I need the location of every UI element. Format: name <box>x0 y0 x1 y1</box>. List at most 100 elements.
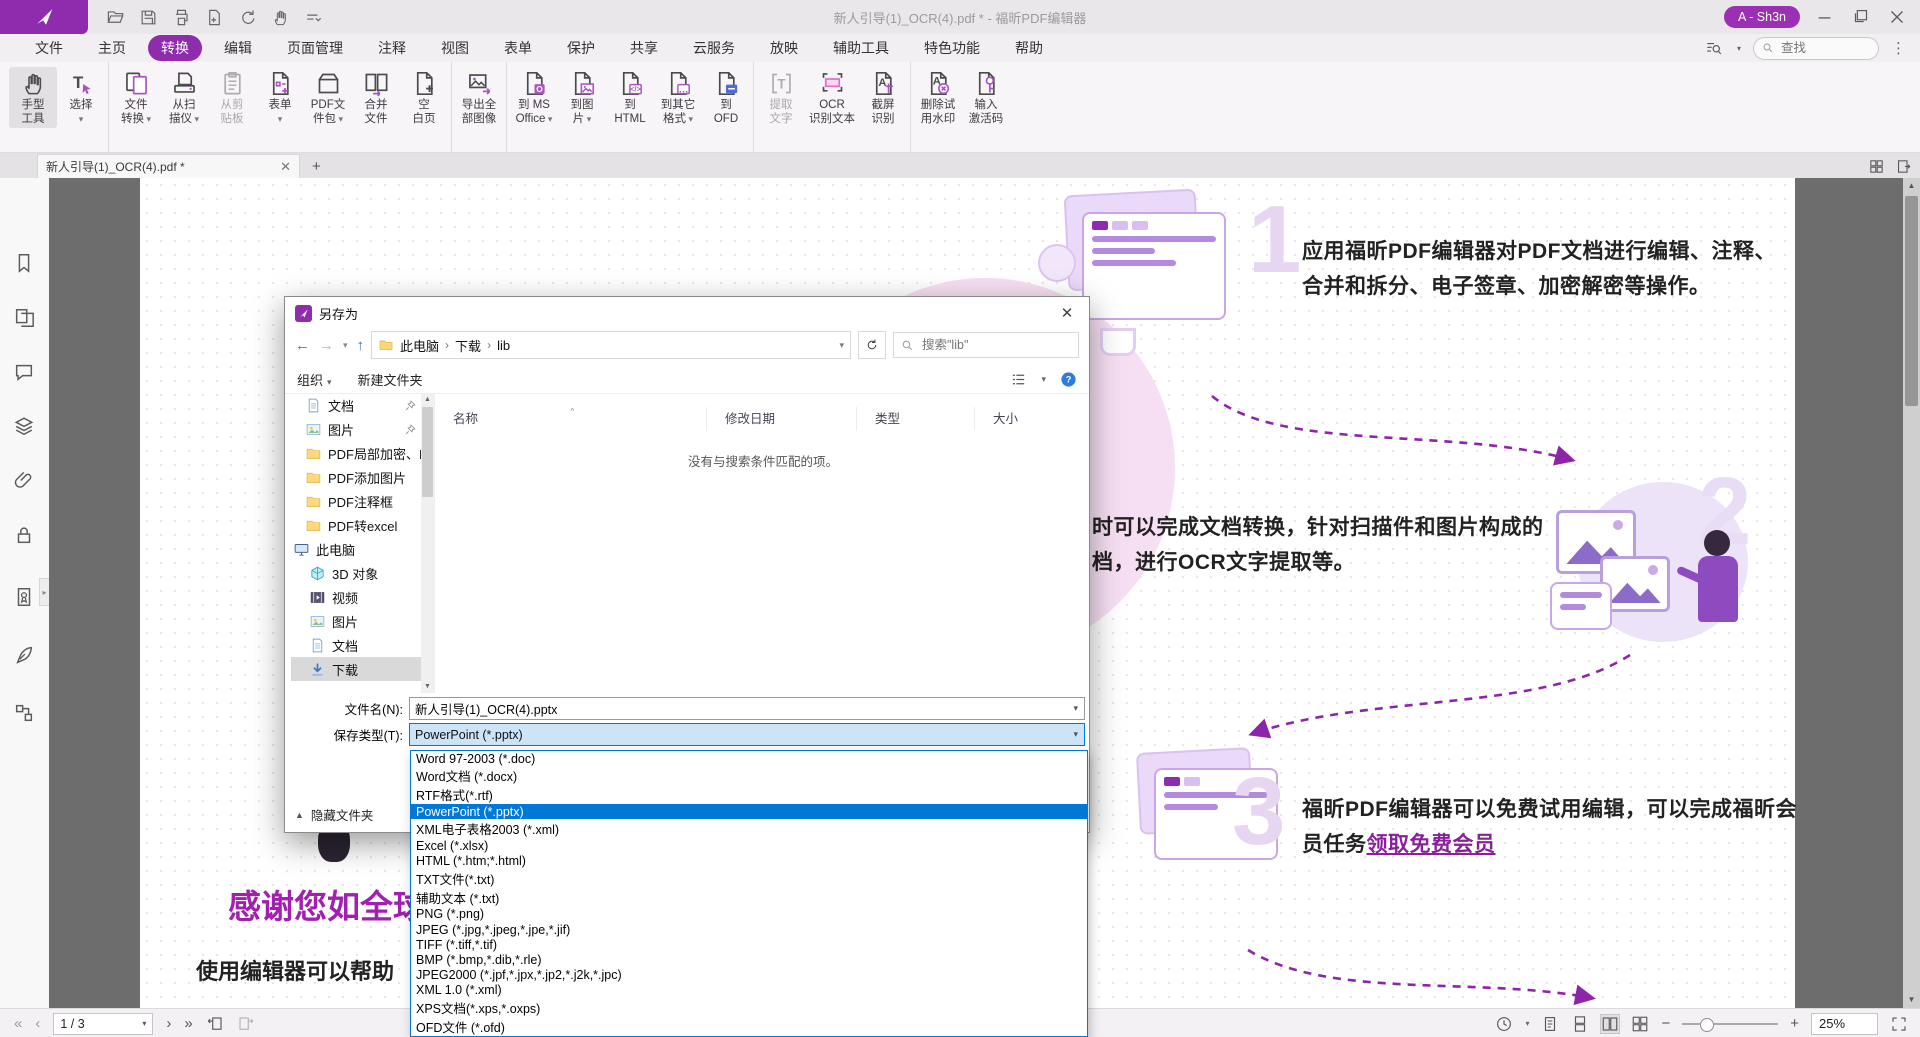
filetype-dropdown-arrow[interactable]: ▾ <box>1073 729 1078 740</box>
app-logo-icon[interactable] <box>0 0 88 34</box>
find-options-icon[interactable] <box>1703 39 1725 57</box>
dialog-titlebar[interactable]: 另存为 ✕ <box>285 297 1089 329</box>
ribbon-button-删除试用水印[interactable]: A删除试用水印 <box>914 67 962 128</box>
view-history-arrow[interactable]: ▾ <box>1525 1019 1529 1028</box>
menu-tab-页面管理[interactable]: 页面管理 <box>274 35 356 61</box>
menu-tab-编辑[interactable]: 编辑 <box>211 35 265 61</box>
tree-item-此电脑[interactable]: 此电脑 <box>291 537 421 561</box>
organize-button[interactable]: 组织▾ <box>297 370 332 389</box>
view-mode-icon[interactable] <box>1010 371 1027 388</box>
view-history-icon[interactable] <box>1495 1015 1513 1033</box>
sidebar-layers-icon[interactable] <box>13 415 35 437</box>
tree-item-文档[interactable]: 文档 <box>291 393 421 417</box>
grid-view-icon[interactable] <box>1868 158 1885 175</box>
tree-item-图片[interactable]: 图片 <box>291 609 421 633</box>
tree-scrollbar-thumb[interactable] <box>422 407 433 497</box>
view-mode-arrow[interactable]: ▾ <box>1041 374 1046 385</box>
breadcrumb-segment-下载[interactable]: 下载 <box>455 336 481 355</box>
filetype-option[interactable]: OFD文件 (*.ofd) <box>411 1017 1087 1036</box>
reading-mode-icon[interactable] <box>1895 158 1912 175</box>
print-icon[interactable] <box>172 8 191 27</box>
tab-close-icon[interactable]: ✕ <box>280 159 291 175</box>
nav-up-icon[interactable]: ↑ <box>357 337 365 354</box>
nav-history-arrow[interactable]: ▾ <box>343 340 348 351</box>
sidebar-comment-icon[interactable] <box>13 361 35 383</box>
filename-combobox[interactable]: ▾ <box>409 697 1085 720</box>
menu-tab-主页[interactable]: 主页 <box>85 35 139 61</box>
filetype-combobox[interactable]: PowerPoint (*.pptx) ▾ <box>409 723 1085 746</box>
filetype-option[interactable]: XPS文档(*.xps,*.oxps) <box>411 998 1087 1017</box>
filetype-option[interactable]: TIFF (*.tiff,*.tif) <box>411 937 1087 952</box>
zoom-slider[interactable] <box>1682 1023 1778 1025</box>
breadcrumb-segment-此电脑[interactable]: 此电脑 <box>400 336 439 355</box>
first-page-icon[interactable]: « <box>14 1015 22 1032</box>
tree-item-PDF注释框[interactable]: PDF注释框 <box>291 489 421 513</box>
ribbon-button-到图片[interactable]: 到图片 ▾ <box>558 67 606 128</box>
facing-layout-icon[interactable] <box>1601 1015 1619 1033</box>
column-header-修改日期[interactable]: 修改日期 <box>707 407 857 431</box>
menu-tab-注释[interactable]: 注释 <box>365 35 419 61</box>
hide-folders-button[interactable]: ▲ 隐藏文件夹 <box>295 805 373 824</box>
menu-tab-文件[interactable]: 文件 <box>22 35 76 61</box>
document-tab[interactable]: 新人引导(1)_OCR(4).pdf * ✕ <box>37 154 300 178</box>
filename-dropdown-arrow[interactable]: ▾ <box>1073 703 1078 714</box>
ribbon-button-到 MSOffice[interactable]: O到 MSOffice ▾ <box>510 67 558 128</box>
customize-icon[interactable] <box>304 8 323 27</box>
minimize-button[interactable] <box>1814 6 1836 28</box>
find-dropdown-arrow[interactable]: ▾ <box>1737 44 1741 53</box>
zoom-level-box[interactable]: 25% <box>1811 1013 1878 1035</box>
vertical-scrollbar[interactable]: ▲ ▼ <box>1903 178 1920 1008</box>
tree-scrollbar[interactable]: ▲ ▼ <box>421 393 434 693</box>
refresh-button[interactable] <box>858 331 886 359</box>
page-number-box[interactable]: 1 / 3▾ <box>53 1013 153 1035</box>
dialog-search-box[interactable] <box>893 332 1079 358</box>
filetype-option[interactable]: JPEG (*.jpg,*.jpeg,*.jpe,*.jif) <box>411 922 1087 937</box>
facing-continuous-layout-icon[interactable] <box>1631 1015 1649 1033</box>
menu-tab-保护[interactable]: 保护 <box>554 35 608 61</box>
sidebar-bookmark-icon[interactable] <box>13 252 35 274</box>
filetype-option[interactable]: TXT文件(*.txt) <box>411 869 1087 888</box>
ribbon-button-到OFD[interactable]: 到OFD <box>702 67 750 128</box>
menu-tab-转换[interactable]: 转换 <box>148 35 202 61</box>
zoom-in-icon[interactable]: + <box>1790 1015 1799 1032</box>
tree-scroll-up-icon[interactable]: ▲ <box>421 393 434 406</box>
menu-tab-帮助[interactable]: 帮助 <box>1002 35 1056 61</box>
restore-button[interactable] <box>1850 6 1872 28</box>
ribbon-button-到其它格式[interactable]: …到其它格式 ▾ <box>654 67 702 128</box>
filetype-option[interactable]: Word文档 (*.docx) <box>411 766 1087 785</box>
filetype-option[interactable]: XML电子表格2003 (*.xml) <box>411 819 1087 838</box>
ribbon-button-从扫描仪[interactable]: 从扫描仪 ▾ <box>160 67 208 128</box>
filetype-option[interactable]: XML 1.0 (*.xml) <box>411 983 1087 998</box>
tree-item-图片[interactable]: 图片 <box>291 417 421 441</box>
next-page-icon[interactable]: › <box>166 1015 171 1032</box>
dialog-close-icon[interactable]: ✕ <box>1045 297 1089 329</box>
free-membership-link[interactable]: 领取免费会员 <box>1367 833 1496 856</box>
address-breadcrumb[interactable]: 此电脑›下载›lib ▾ <box>371 331 851 359</box>
close-button[interactable] <box>1886 6 1908 28</box>
menu-tab-视图[interactable]: 视图 <box>428 35 482 61</box>
nav-back-icon[interactable]: ← <box>295 337 310 354</box>
scrollbar-thumb[interactable] <box>1905 196 1918 406</box>
ribbon-button-导出全部图像[interactable]: 导出全部图像 <box>455 67 503 128</box>
help-icon[interactable]: ? <box>1060 371 1077 388</box>
open-icon[interactable] <box>106 8 125 27</box>
scroll-down-icon[interactable]: ▼ <box>1903 992 1920 1008</box>
filetype-option[interactable]: PowerPoint (*.pptx) <box>411 804 1087 819</box>
filename-input[interactable] <box>410 701 1051 717</box>
fullscreen-icon[interactable] <box>1890 1015 1908 1033</box>
filetype-option[interactable]: RTF格式(*.rtf) <box>411 785 1087 804</box>
hand-pointer-icon[interactable] <box>271 8 290 27</box>
ribbon-button-空白页[interactable]: 空白页 <box>400 67 448 128</box>
tree-item-3D 对象[interactable]: 3D 对象 <box>291 561 421 585</box>
filetype-option[interactable]: BMP (*.bmp,*.dib,*.rle) <box>411 952 1087 967</box>
ribbon-button-输入激活码[interactable]: 输入激活码 <box>962 67 1010 128</box>
tree-item-PDF添加图片[interactable]: PDF添加图片 <box>291 465 421 489</box>
last-page-icon[interactable]: » <box>184 1015 192 1032</box>
nav-forward-icon[interactable]: → <box>319 337 334 354</box>
ribbon-button-PDF文件包[interactable]: PDF文件包 ▾ <box>304 67 352 128</box>
ribbon-button-到HTML[interactable]: </>到HTML <box>606 67 654 128</box>
tree-item-视频[interactable]: 视频 <box>291 585 421 609</box>
save-icon[interactable] <box>139 8 158 27</box>
new-folder-button[interactable]: 新建文件夹 <box>358 370 423 389</box>
column-header-名称[interactable]: 名称^ <box>435 407 707 431</box>
